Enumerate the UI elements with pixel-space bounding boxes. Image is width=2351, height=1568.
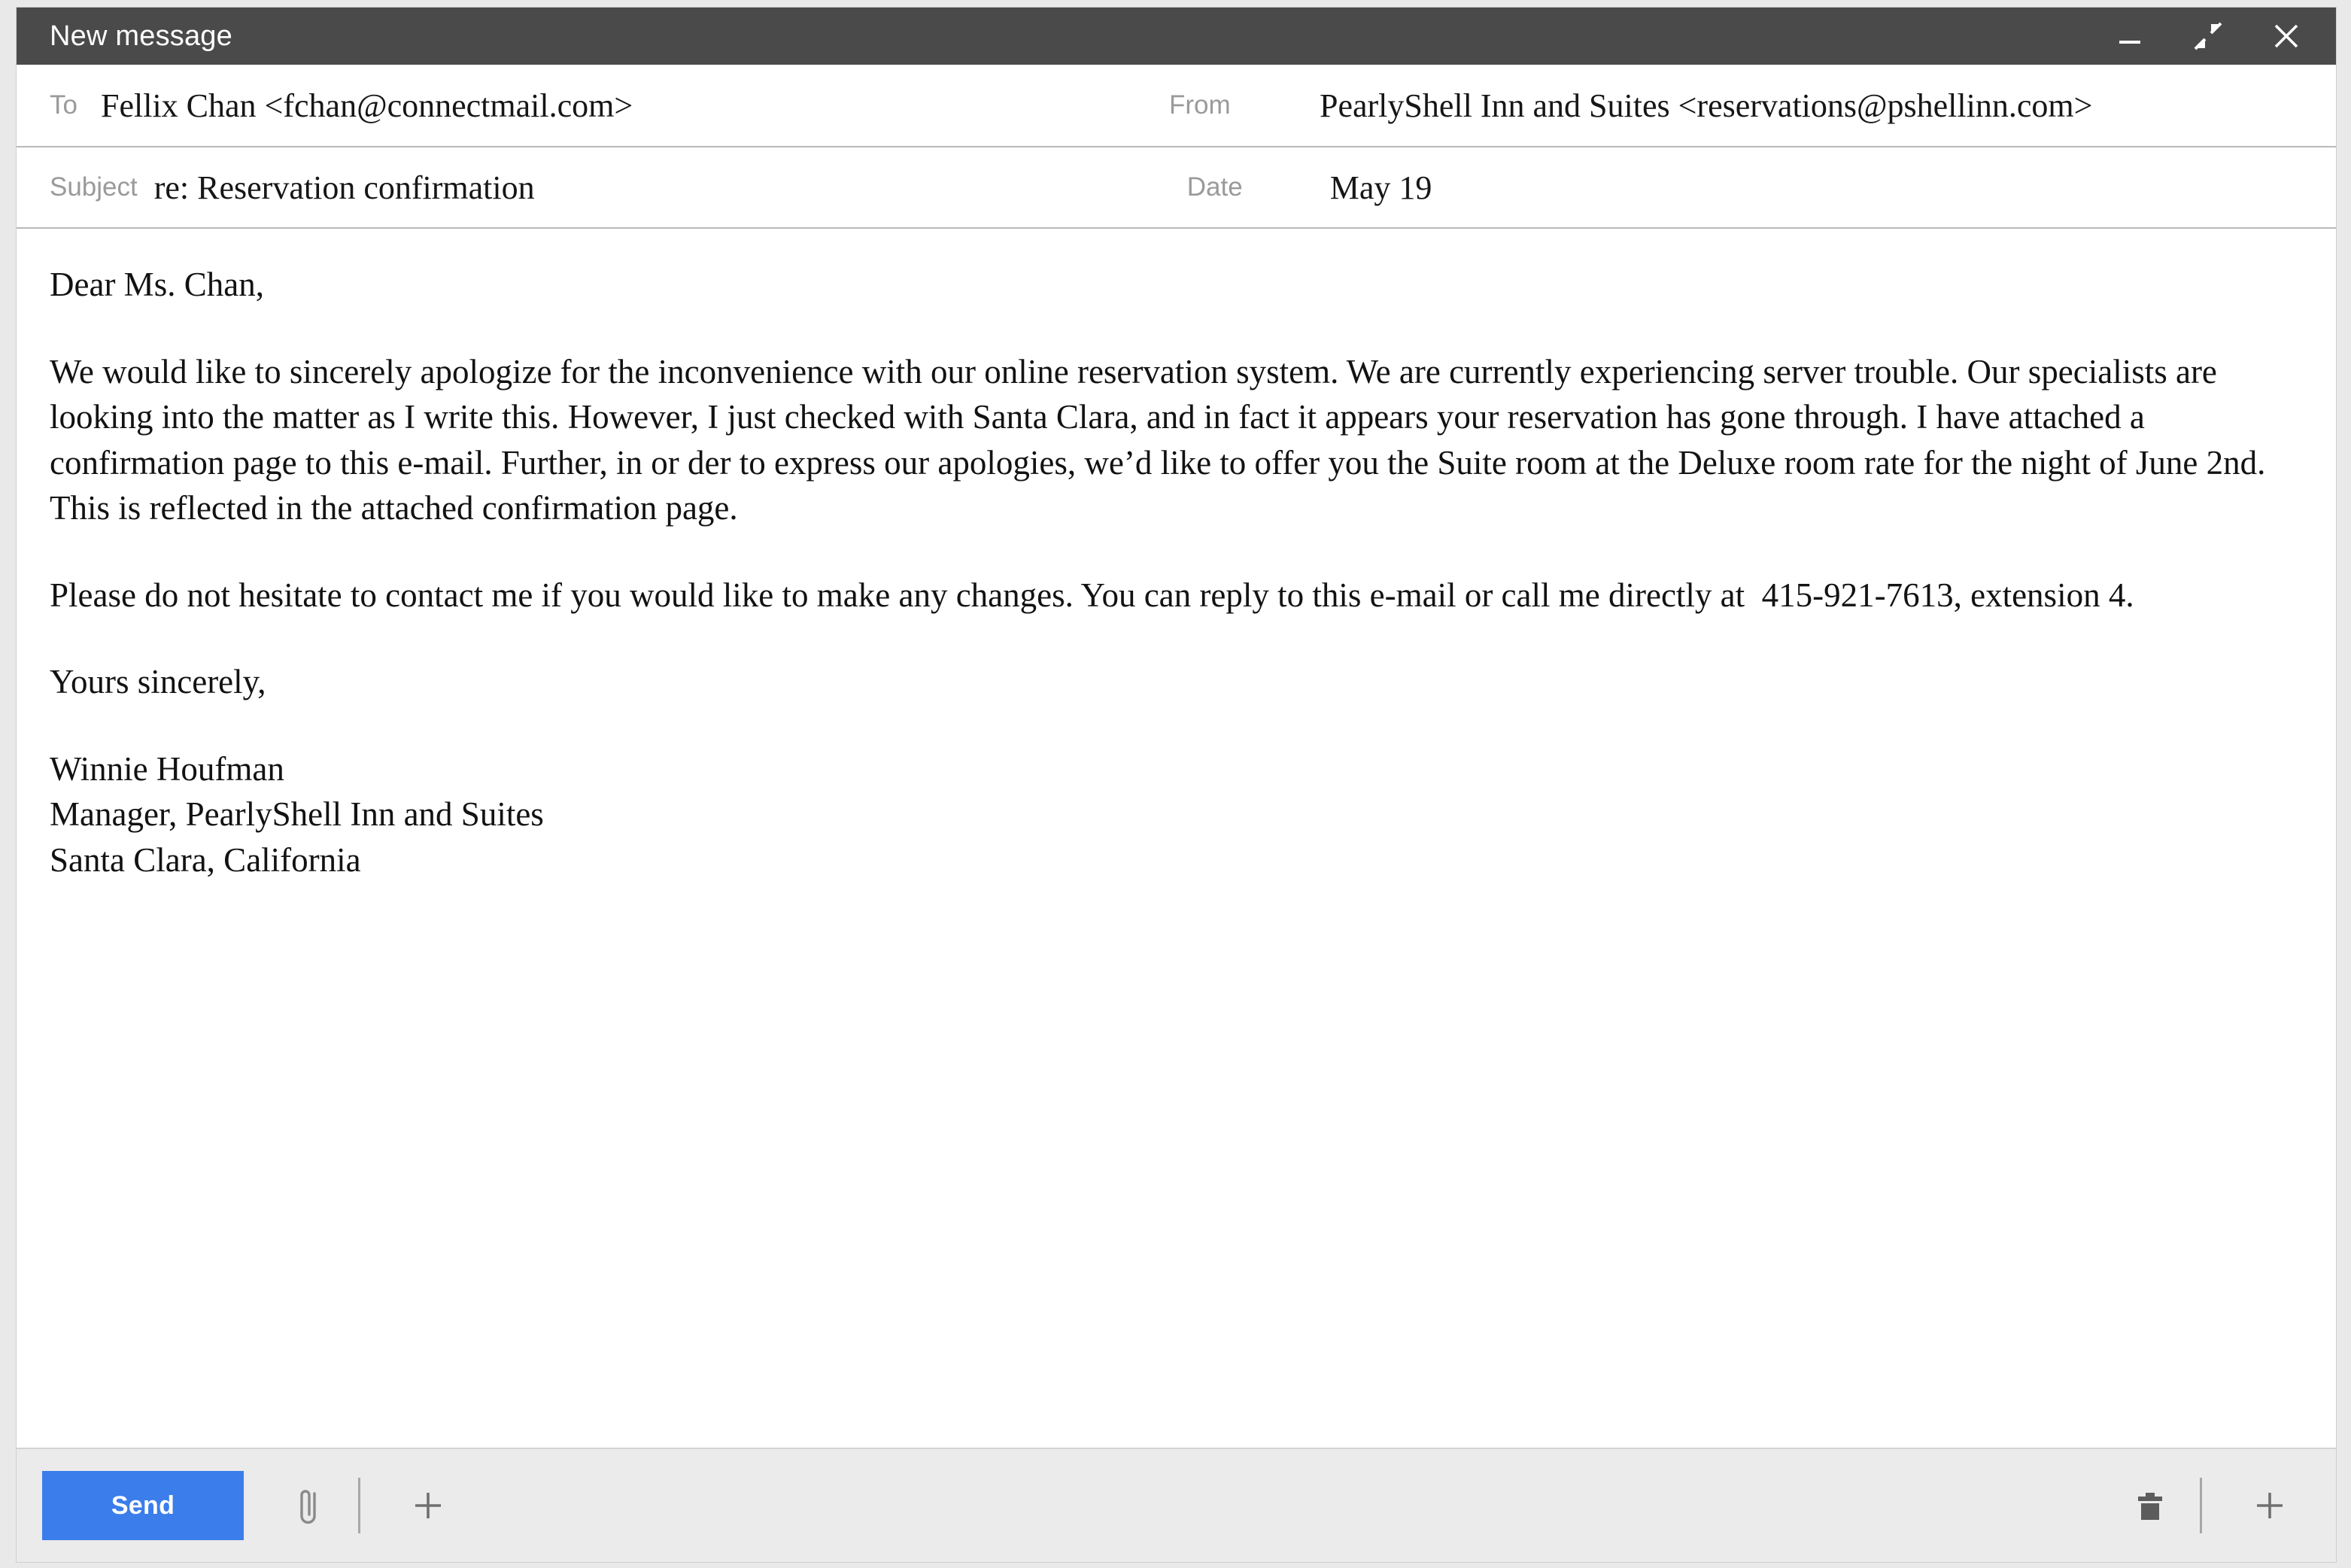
compose-window: New message To Fellix Chan <fchan@connec… [17,8,2336,1562]
exit-fullscreen-button[interactable] [2187,15,2229,57]
to-input[interactable]: Fellix Chan <fchan@connectmail.com> [101,87,1169,125]
signature-location: Santa Clara, California [50,840,361,879]
signature-title: Manager, PearlyShell Inn and Suites [50,795,544,834]
body-paragraph-2: Please do not hesitate to contact me if … [50,576,2134,614]
add-option-right-button[interactable] [2234,1469,2306,1542]
from-label: From [1169,90,1231,120]
compose-toolbar: Send [17,1448,2336,1562]
minimize-icon [2119,41,2140,44]
toolbar-left-group: Send [42,1469,464,1542]
trash-icon [2138,1493,2162,1520]
subject-row: Subject re: Reservation confirmation Dat… [17,147,2336,229]
toolbar-divider [358,1478,360,1533]
date-label: Date [1186,172,1243,202]
paperclip-icon [300,1490,316,1524]
subject-input[interactable]: re: Reservation confirmation [138,169,1187,207]
exit-fullscreen-icon [2194,22,2222,50]
body-closing: Yours sincerely, [50,663,266,701]
message-body[interactable]: Dear Ms. Chan, We would like to sincerel… [17,229,2336,1448]
to-label: To [50,90,77,120]
plus-icon [2257,1493,2283,1518]
plus-icon [415,1493,441,1518]
body-paragraph-1: We would like to sincerely apologize for… [50,352,2274,527]
close-button[interactable] [2265,15,2307,57]
window-titlebar: New message [17,8,2336,65]
recipient-row: To Fellix Chan <fchan@connectmail.com> F… [17,65,2336,147]
signature-name: Winnie Houfman [50,749,284,788]
window-controls [2109,15,2307,57]
toolbar-divider [2200,1478,2202,1533]
date-value: May 19 [1329,169,1432,206]
body-greeting: Dear Ms. Chan, [50,266,264,303]
add-option-left-button[interactable] [392,1469,464,1542]
subject-label: Subject [50,172,138,202]
minimize-button[interactable] [2109,15,2151,57]
from-input[interactable]: PearlyShell Inn and Suites <reservations… [1320,87,2336,125]
send-button[interactable]: Send [42,1471,244,1540]
attach-file-button[interactable] [272,1469,345,1542]
close-icon [2274,24,2298,48]
window-title: New message [50,20,232,52]
toolbar-right-group [2114,1469,2306,1542]
delete-draft-button[interactable] [2114,1469,2186,1542]
